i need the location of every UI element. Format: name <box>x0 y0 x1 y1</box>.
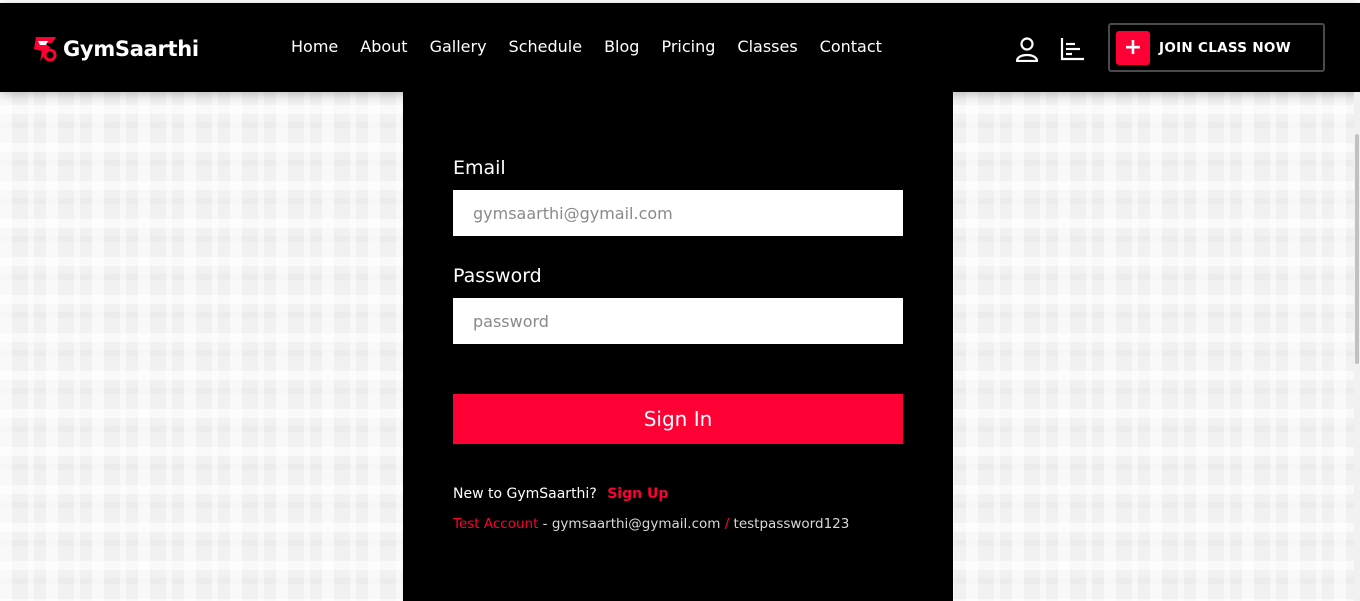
nav-about[interactable]: About <box>360 37 407 57</box>
login-panel: Email Password Sign In New to GymSaarthi… <box>403 92 953 601</box>
main-nav: Home About Gallery Schedule Blog Pricing… <box>291 37 904 57</box>
nav-gallery[interactable]: Gallery <box>430 37 487 57</box>
test-account-dash: - <box>538 516 552 532</box>
logo-icon <box>34 37 57 62</box>
nav-contact[interactable]: Contact <box>820 37 882 57</box>
test-account-label: Test Account <box>453 516 539 532</box>
email-label: Email <box>453 157 506 179</box>
test-account-info: Test Account - gymsaarthi@gymail.com / t… <box>453 516 849 532</box>
sign-up-link[interactable]: Sign Up <box>607 486 668 502</box>
nav-blog[interactable]: Blog <box>604 37 639 57</box>
nav-pricing[interactable]: Pricing <box>661 37 715 57</box>
user-icon[interactable] <box>1014 36 1040 62</box>
brand-name: GymSaarthi <box>63 37 199 61</box>
join-class-button[interactable]: + JOIN CLASS NOW <box>1108 23 1325 72</box>
password-input[interactable] <box>453 298 903 344</box>
join-class-label: JOIN CLASS NOW <box>1159 39 1291 56</box>
scrollbar-thumb[interactable] <box>1355 134 1359 364</box>
navbar: GymSaarthi Home About Gallery Schedule B… <box>0 3 1360 92</box>
nav-classes[interactable]: Classes <box>737 37 797 57</box>
nav-schedule[interactable]: Schedule <box>509 37 583 57</box>
test-account-email: gymsaarthi@gymail.com <box>551 516 721 532</box>
signup-prompt-text: New to GymSaarthi? <box>453 486 597 502</box>
test-account-password: testpassword123 <box>733 516 850 532</box>
bar-chart-icon[interactable] <box>1059 36 1085 62</box>
email-input[interactable] <box>453 190 903 236</box>
sign-in-button[interactable]: Sign In <box>453 394 903 444</box>
nav-home[interactable]: Home <box>291 37 338 57</box>
password-label: Password <box>453 265 542 287</box>
scrollbar[interactable] <box>1354 92 1360 601</box>
test-account-slash: / <box>720 516 734 532</box>
plus-icon: + <box>1116 30 1150 65</box>
signup-prompt: New to GymSaarthi? Sign Up <box>453 486 668 502</box>
brand-logo[interactable]: GymSaarthi <box>30 33 199 65</box>
